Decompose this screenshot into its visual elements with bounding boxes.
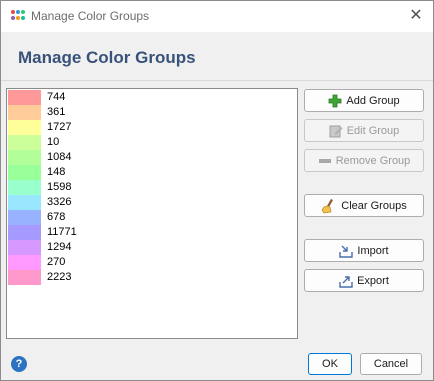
group-label: 678 <box>47 211 66 223</box>
window-title: Manage Color Groups <box>31 9 150 23</box>
list-item[interactable]: 1084 <box>8 150 296 165</box>
plus-icon <box>328 94 342 108</box>
list-item[interactable]: 1598 <box>8 180 296 195</box>
color-swatch <box>8 150 41 165</box>
add-group-button[interactable]: Add Group <box>304 89 424 112</box>
group-label: 744 <box>47 91 66 103</box>
remove-group-label: Remove Group <box>335 154 411 167</box>
clear-groups-label: Clear Groups <box>341 199 407 212</box>
group-label: 1084 <box>47 151 72 163</box>
export-button[interactable]: Export <box>304 269 424 292</box>
list-item[interactable]: 1294 <box>8 240 296 255</box>
list-item[interactable]: 3326 <box>8 195 296 210</box>
add-group-label: Add Group <box>346 94 400 107</box>
color-swatch <box>8 255 41 270</box>
title-bar: Manage Color Groups ✕ <box>1 1 433 32</box>
list-item[interactable]: 10 <box>8 135 296 150</box>
list-item[interactable]: 148 <box>8 165 296 180</box>
broom-icon <box>321 198 337 214</box>
list-item[interactable]: 361 <box>8 105 296 120</box>
group-label: 148 <box>47 166 66 178</box>
import-label: Import <box>357 244 389 257</box>
cancel-label: Cancel <box>373 358 409 370</box>
export-icon <box>339 274 353 288</box>
list-item[interactable]: 678 <box>8 210 296 225</box>
ok-button[interactable]: OK <box>308 353 352 375</box>
group-label: 10 <box>47 136 60 148</box>
color-swatch <box>8 180 41 195</box>
group-label: 1294 <box>47 241 72 253</box>
color-swatch <box>8 240 41 255</box>
group-label: 1727 <box>47 121 72 133</box>
manage-color-groups-dialog: Manage Color Groups ✕ Manage Color Group… <box>0 0 434 381</box>
color-swatch <box>8 105 41 120</box>
edit-group-label: Edit Group <box>346 124 400 137</box>
app-icon <box>11 10 25 23</box>
group-label: 2223 <box>47 271 72 283</box>
group-label: 1598 <box>47 181 72 193</box>
close-icon[interactable]: ✕ <box>407 7 425 25</box>
color-swatch <box>8 210 41 225</box>
color-swatch <box>8 225 41 240</box>
export-label: Export <box>357 274 389 287</box>
import-button[interactable]: Import <box>304 239 424 262</box>
list-item[interactable]: 744 <box>8 90 296 105</box>
page-title: Manage Color Groups <box>18 48 196 67</box>
import-icon <box>339 244 354 258</box>
color-group-list[interactable]: 744 361 1727 10 1084 148 1598 3326 678 11771 1294 2… <box>6 88 298 339</box>
dialog-header: Manage Color Groups <box>1 32 433 80</box>
ok-label: OK <box>322 358 338 370</box>
edit-icon <box>329 124 343 138</box>
group-label: 361 <box>47 106 66 118</box>
list-item[interactable]: 11771 <box>8 225 296 240</box>
header-divider <box>1 80 433 81</box>
group-label: 270 <box>47 256 66 268</box>
edit-group-button[interactable]: Edit Group <box>304 119 424 142</box>
color-swatch <box>8 270 41 285</box>
list-item[interactable]: 2223 <box>8 270 296 285</box>
minus-icon <box>318 154 332 168</box>
clear-groups-button[interactable]: Clear Groups <box>304 194 424 217</box>
color-swatch <box>8 165 41 180</box>
group-label: 11771 <box>47 226 77 238</box>
group-label: 3326 <box>47 196 72 208</box>
color-swatch <box>8 135 41 150</box>
list-item[interactable]: 1727 <box>8 120 296 135</box>
color-swatch <box>8 90 41 105</box>
help-icon[interactable]: ? <box>11 356 27 372</box>
cancel-button[interactable]: Cancel <box>360 353 422 375</box>
remove-group-button[interactable]: Remove Group <box>304 149 424 172</box>
color-swatch <box>8 120 41 135</box>
color-swatch <box>8 195 41 210</box>
list-item[interactable]: 270 <box>8 255 296 270</box>
